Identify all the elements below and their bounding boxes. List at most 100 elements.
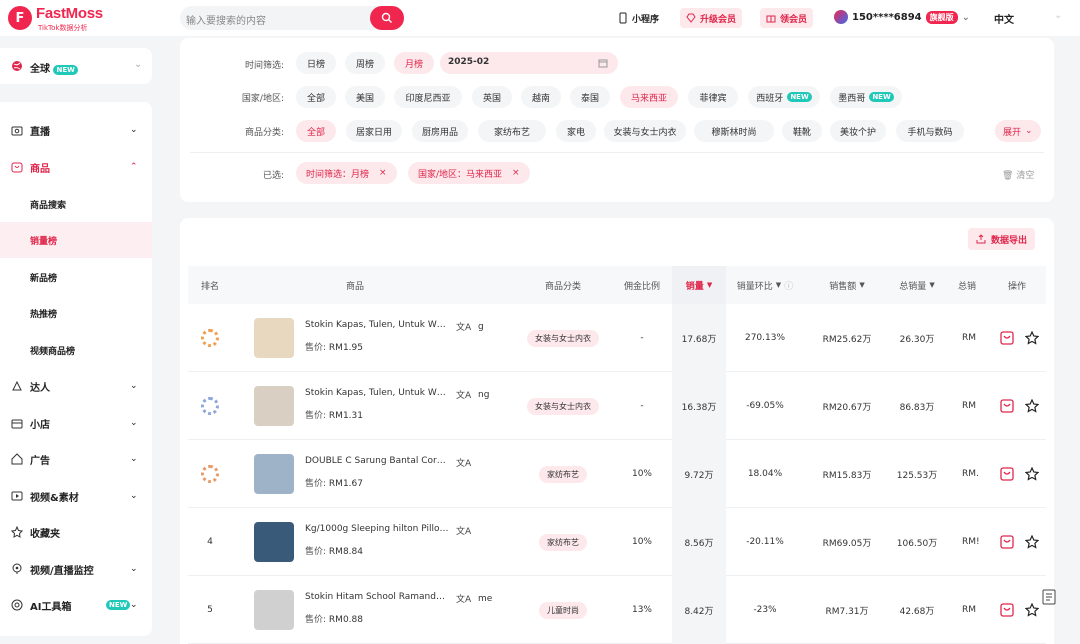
- region-all[interactable]: 全部: [296, 86, 336, 108]
- region-uk[interactable]: 英国: [472, 86, 512, 108]
- favorite-star-icon[interactable]: [1025, 535, 1039, 549]
- region-vn[interactable]: 越南: [521, 86, 561, 108]
- sidebar-item-favorites[interactable]: 收藏夹: [0, 514, 152, 550]
- upgrade-label: 升级会员: [700, 14, 737, 25]
- sidebar-item-sales-rank[interactable]: 销量榜: [0, 222, 152, 258]
- category-kitchen[interactable]: 厨房用品: [412, 120, 468, 142]
- export-button[interactable]: 数据导出: [968, 228, 1036, 250]
- close-icon: ×: [379, 168, 387, 178]
- category-all[interactable]: 全部: [296, 120, 336, 142]
- product-thumbnail[interactable]: [254, 590, 294, 630]
- selected-chip-time[interactable]: 时间筛选：月榜 ×: [296, 162, 397, 184]
- sidebar-item-products[interactable]: 商品 ⌃: [0, 149, 152, 185]
- favorite-star-icon[interactable]: [1025, 331, 1039, 345]
- region-my[interactable]: 马来西亚: [620, 86, 678, 108]
- language-select[interactable]: 中文: [994, 11, 1014, 26]
- header-sales[interactable]: 销量 ▼: [672, 266, 726, 304]
- product-icon: [10, 160, 24, 174]
- time-option-day[interactable]: 日榜: [296, 52, 336, 74]
- favorite-star-icon[interactable]: [1025, 399, 1039, 413]
- tiktok-shop-icon[interactable]: [1000, 603, 1014, 617]
- region-id[interactable]: 印度尼西亚: [394, 86, 462, 108]
- sidebar-item-ads[interactable]: 广告 ⌄: [0, 441, 152, 477]
- product-name[interactable]: Stokin Kapas, Tulen, Untuk W…: [305, 320, 451, 330]
- time-option-month[interactable]: 月榜: [394, 52, 434, 74]
- logo[interactable]: F FastMoss TikTok数据分析: [8, 4, 108, 32]
- header-revenue[interactable]: 销售额 ▼: [812, 266, 882, 304]
- sidebar-item-video-product-rank[interactable]: 视频商品榜: [0, 332, 152, 368]
- translate-icon[interactable]: 文A: [456, 456, 471, 469]
- category-textile[interactable]: 家纺布艺: [478, 120, 546, 142]
- region-label: 全球 NEW: [30, 60, 78, 75]
- product-name[interactable]: Kg/1000g Sleeping hilton Pillo…: [305, 524, 451, 534]
- sidebar-item-monitor[interactable]: 视频/直播监控 ⌄: [0, 551, 152, 587]
- chevron-down-icon: ⌄: [1054, 10, 1063, 21]
- category-muslim[interactable]: 穆斯林时尚: [694, 120, 774, 142]
- product-thumbnail[interactable]: [254, 318, 294, 358]
- product-thumbnail[interactable]: [254, 454, 294, 494]
- translate-icon[interactable]: 文A: [456, 388, 471, 401]
- table-row[interactable]: Stokin Kapas, Tulen, Untuk W… 售价: RM1.31 文…: [188, 372, 1046, 440]
- user-phone: 150****6894: [852, 11, 922, 23]
- category-home[interactable]: 居家日用: [346, 120, 402, 142]
- selected-chip-region[interactable]: 国家/地区：马来西亚 ×: [408, 162, 530, 184]
- sidebar-item-product-search[interactable]: 商品搜索: [0, 186, 152, 222]
- category-appliance[interactable]: 家电: [556, 120, 596, 142]
- tiktok-shop-icon[interactable]: [1000, 467, 1014, 481]
- tiktok-shop-icon[interactable]: [1000, 535, 1014, 549]
- favorite-star-icon[interactable]: [1025, 467, 1039, 481]
- get-member-button[interactable]: 领会员: [760, 8, 814, 28]
- translate-icon[interactable]: 文A: [456, 524, 471, 537]
- region-us[interactable]: 美国: [345, 86, 385, 108]
- calendar-icon: [598, 59, 608, 68]
- tiktok-shop-icon[interactable]: [1000, 331, 1014, 345]
- product-name[interactable]: DOUBLE C Sarung Bantal Cora…: [305, 456, 451, 466]
- category-digital[interactable]: 手机与数码: [896, 120, 964, 142]
- table-row[interactable]: Stokin Kapas, Tulen, Untuk W… 售价: RM1.95 文…: [188, 304, 1046, 372]
- search-input[interactable]: 输入要搜索的内容: [186, 12, 266, 27]
- clear-button[interactable]: 🗑 清空: [1002, 168, 1034, 181]
- search-button[interactable]: [370, 6, 404, 30]
- growth-cell: -23%: [753, 605, 777, 615]
- category-beauty[interactable]: 美妆个护: [830, 120, 886, 142]
- product-name[interactable]: Stokin Hitam School Ramand…: [305, 592, 451, 602]
- table-row[interactable]: 5 Stokin Hitam School Ramand… 售价: RM0.88 文A…: [188, 576, 1046, 644]
- user-menu[interactable]: 150****6894 旗舰版 ⌄: [834, 10, 970, 24]
- translate-icon[interactable]: 文A: [456, 320, 471, 333]
- sidebar-item-live[interactable]: 直播 ⌄: [0, 112, 152, 148]
- header-total-sales[interactable]: 总销量 ▼: [882, 266, 952, 304]
- product-thumbnail[interactable]: [254, 386, 294, 426]
- sidebar-item-hot-rank[interactable]: 热推榜: [0, 295, 152, 331]
- favorite-star-icon[interactable]: [1025, 603, 1039, 617]
- header-sales-growth[interactable]: 销量环比 ▼ ⓘ: [728, 266, 802, 304]
- category-shoes[interactable]: 鞋靴: [782, 120, 822, 142]
- upgrade-button[interactable]: 升级会员: [680, 8, 743, 28]
- sidebar-item-video-assets[interactable]: 视频&素材 ⌄: [0, 478, 152, 514]
- region-th[interactable]: 泰国: [570, 86, 610, 108]
- product-name[interactable]: Stokin Kapas, Tulen, Untuk W…: [305, 388, 451, 398]
- category-filter-label: 商品分类:: [244, 128, 284, 138]
- category-womenswear[interactable]: 女装与女士内衣: [604, 120, 686, 142]
- table-row[interactable]: DOUBLE C Sarung Bantal Cora… 售价: RM1.67 文A…: [188, 440, 1046, 508]
- translate-icon[interactable]: 文A: [456, 592, 471, 605]
- ad-icon: [10, 452, 24, 466]
- tiktok-shop-icon[interactable]: [1000, 399, 1014, 413]
- product-thumbnail[interactable]: [254, 522, 294, 562]
- region-ph[interactable]: 菲律宾: [688, 86, 738, 108]
- region-mx[interactable]: 墨西哥 NEW: [830, 86, 902, 108]
- search-bar[interactable]: 输入要搜索的内容: [180, 6, 404, 30]
- table-row[interactable]: 4 Kg/1000g Sleeping hilton Pillo… 售价: RM8.…: [188, 508, 1046, 576]
- region-selector[interactable]: 全球 NEW ⌄: [0, 48, 152, 84]
- document-icon[interactable]: [1040, 588, 1058, 606]
- sidebar-item-ai-tools[interactable]: AI工具箱 NEW ⌄: [0, 587, 152, 623]
- month-picker[interactable]: 2025-02: [440, 52, 618, 74]
- region-es[interactable]: 西班牙 NEW: [748, 86, 820, 108]
- sidebar-item-new-rank[interactable]: 新品榜: [0, 259, 152, 295]
- mini-program-button[interactable]: 小程序: [612, 8, 666, 28]
- header-total-revenue[interactable]: 总销: [958, 266, 984, 304]
- time-option-week[interactable]: 周榜: [345, 52, 385, 74]
- total-sales-cell: 42.68万: [899, 606, 935, 617]
- sidebar-item-shop[interactable]: 小店 ⌄: [0, 405, 152, 441]
- sidebar-item-creators[interactable]: 达人 ⌄: [0, 368, 152, 404]
- expand-button[interactable]: 展开 ⌄: [995, 120, 1041, 142]
